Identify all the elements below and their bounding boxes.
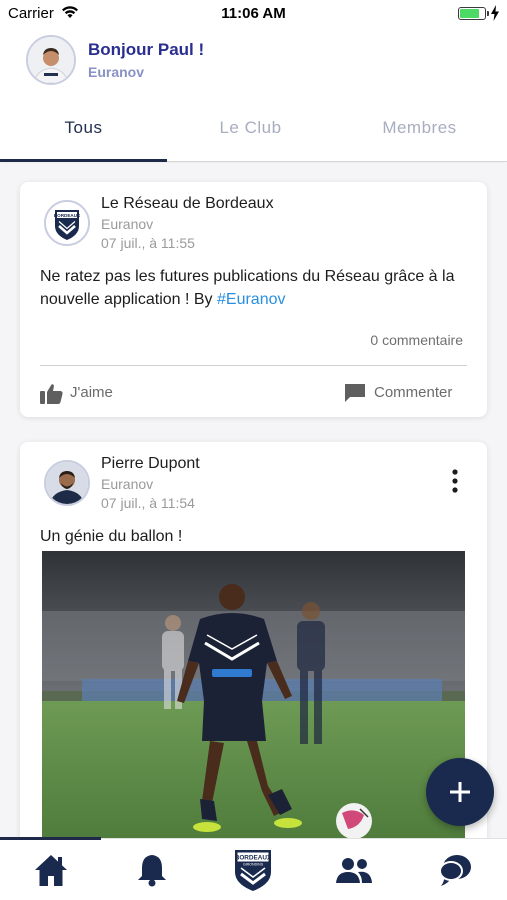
club-logo-icon: BORDEAUX — [46, 202, 88, 244]
comment-label: Commenter — [374, 384, 453, 401]
tab-le-club[interactable]: Le Club — [167, 118, 334, 138]
tab-membres[interactable]: Membres — [336, 118, 503, 138]
plus-icon — [450, 782, 470, 802]
post-date: 07 juil., à 11:54 — [101, 495, 195, 511]
post-photo[interactable]: 11 — [42, 551, 465, 838]
post-text: Ne ratez pas les futures publications du… — [40, 265, 480, 311]
active-tab-indicator — [0, 159, 167, 162]
bell-icon — [137, 855, 166, 887]
nav-club[interactable]: BORDEAUX GIRONDINS — [202, 839, 303, 900]
news-feed[interactable]: BORDEAUX Le Réseau de Bordeaux Euranov 0… — [0, 163, 507, 838]
status-bar: Carrier 11:06 AM — [0, 0, 507, 28]
divider — [40, 365, 467, 366]
comment-button[interactable]: Commenter — [344, 381, 459, 405]
greeting-title: Bonjour Paul ! — [88, 40, 205, 59]
club-logo-text: BORDEAUX — [54, 213, 81, 218]
hashtag-link[interactable]: #Euranov — [217, 291, 286, 308]
chat-icon — [438, 855, 471, 886]
club-logo-icon: BORDEAUX GIRONDINS — [234, 850, 272, 891]
profile-header: Bonjour Paul ! Euranov — [0, 28, 507, 92]
comment-icon — [345, 384, 365, 402]
post-card: BORDEAUX Le Réseau de Bordeaux Euranov 0… — [20, 182, 487, 417]
club-logo-text: BORDEAUX — [234, 855, 271, 862]
post-organization: Euranov — [101, 216, 154, 232]
post-text: Un génie du ballon ! — [40, 528, 183, 545]
app-screen: Carrier 11:06 AM Bonjour Paul ! Euranov — [0, 0, 507, 900]
tab-tous[interactable]: Tous — [0, 118, 167, 138]
post-organization: Euranov — [101, 476, 154, 492]
author-avatar-image — [46, 462, 88, 504]
battery-icon — [458, 7, 489, 20]
football-photo: 11 — [42, 551, 465, 838]
post-date: 07 juil., à 11:55 — [101, 235, 195, 251]
author-avatar[interactable] — [44, 460, 90, 506]
post-author[interactable]: Le Réseau de Bordeaux — [101, 195, 274, 213]
comments-count[interactable]: 0 commentaire — [370, 332, 463, 348]
more-options-button[interactable] — [445, 466, 465, 496]
home-icon — [34, 855, 67, 886]
user-avatar-image — [28, 37, 74, 83]
add-post-button[interactable] — [426, 758, 494, 826]
clock: 11:06 AM — [221, 5, 286, 22]
feed-tabs: Tous Le Club Membres — [0, 100, 507, 162]
thumbs-up-icon — [40, 384, 63, 404]
post-card: Pierre Dupont Euranov 07 juil., à 11:54 … — [20, 442, 487, 838]
members-icon — [335, 858, 372, 883]
post-author[interactable]: Pierre Dupont — [101, 455, 200, 473]
nav-notifications[interactable] — [101, 839, 202, 900]
battery-level — [460, 9, 480, 18]
nav-members[interactable] — [303, 839, 404, 900]
nav-home[interactable] — [0, 839, 101, 900]
club-avatar[interactable]: BORDEAUX — [44, 200, 90, 246]
user-avatar[interactable] — [26, 35, 76, 85]
nav-messages[interactable] — [404, 839, 505, 900]
charging-icon — [491, 5, 499, 21]
more-vertical-icon — [452, 469, 458, 493]
bottom-navigation: BORDEAUX GIRONDINS — [0, 837, 507, 900]
organization-name: Euranov — [88, 64, 145, 80]
like-label: J'aime — [70, 384, 113, 401]
club-logo-subtext: GIRONDINS — [242, 863, 263, 867]
